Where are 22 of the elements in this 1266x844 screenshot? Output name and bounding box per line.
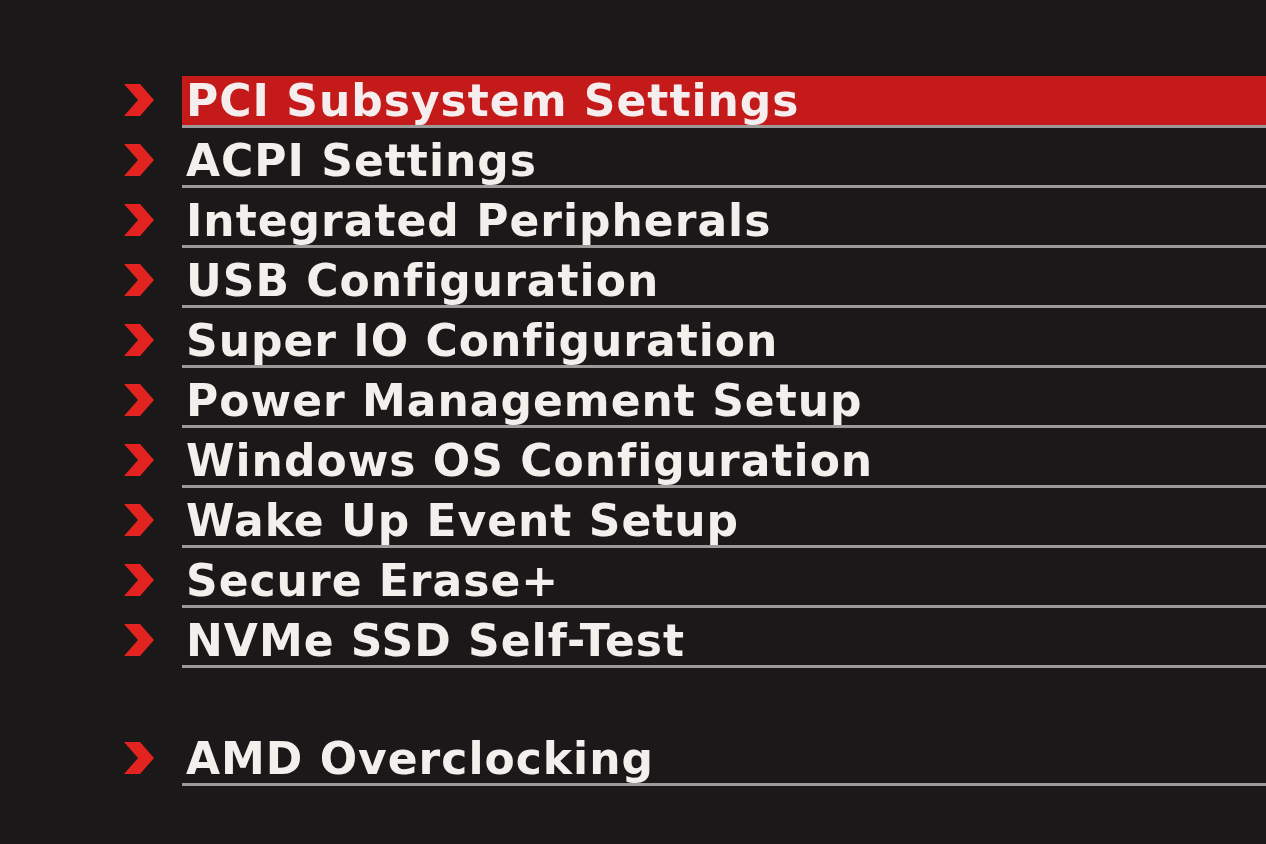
chevron-icon (122, 202, 156, 238)
menu-item[interactable]: Power Management Setup (182, 376, 1266, 428)
chevron-icon (122, 502, 156, 538)
menu-item[interactable]: Windows OS Configuration (182, 436, 1266, 488)
chevron-icon (122, 322, 156, 358)
chevron-icon (122, 142, 156, 178)
menu-item[interactable]: Super IO Configuration (182, 316, 1266, 368)
chevron-icon (122, 740, 156, 776)
menu-item[interactable]: Secure Erase+ (182, 556, 1266, 608)
chevron-icon (122, 82, 156, 118)
chevron-icon (122, 622, 156, 658)
menu-item[interactable]: Wake Up Event Setup (182, 496, 1266, 548)
menu-item[interactable]: ACPI Settings (182, 136, 1266, 188)
chevron-icon (122, 562, 156, 598)
menu-item[interactable]: Integrated Peripherals (182, 196, 1266, 248)
menu-item[interactable]: USB Configuration (182, 256, 1266, 308)
menu-item[interactable]: NVMe SSD Self-Test (182, 616, 1266, 668)
menu-item[interactable]: AMD Overclocking (182, 734, 1266, 786)
menu-item[interactable]: PCI Subsystem Settings (182, 76, 1266, 128)
chevron-icon (122, 382, 156, 418)
chevron-icon (122, 442, 156, 478)
chevron-icon (122, 262, 156, 298)
